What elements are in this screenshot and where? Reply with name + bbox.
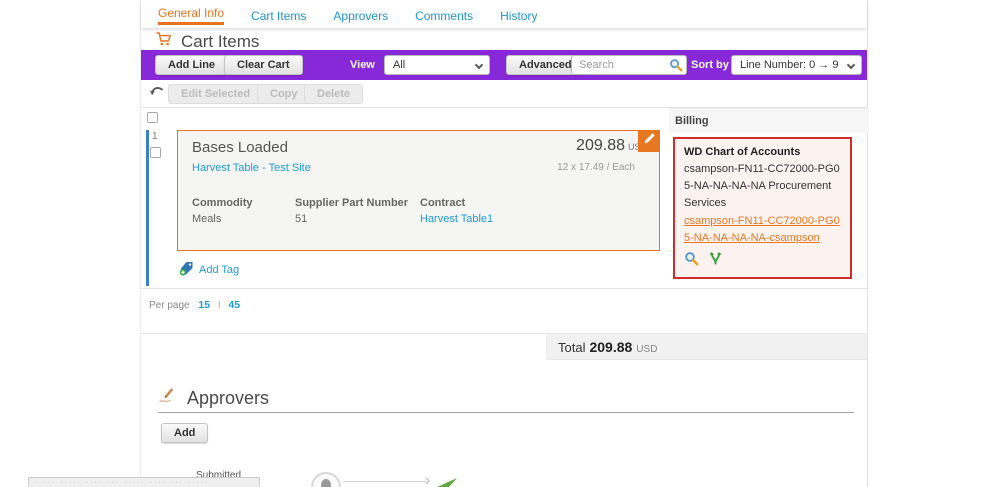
account-actions [684,251,841,271]
chart-of-accounts-box: WD Chart of Accounts csampson-FN11-CC720… [673,137,852,280]
cart-toolbar: Add Line Clear Cart View All Advanced So… [141,50,867,80]
status-tooltip: · ··· ····· ···· ··· ····· ···· ··· ····… [28,477,260,487]
magnifier-icon[interactable] [684,251,699,271]
add-line-button[interactable]: Add Line [155,55,229,75]
person-icon [321,479,331,487]
approved-arrow-icon [435,476,459,487]
field-supplier-part-number: Supplier Part Number 51 [295,197,409,225]
line-number: 1 [152,131,158,142]
search-icon[interactable] [669,58,683,77]
field-contract: Contract Harvest Table1 [420,197,560,225]
billing-header: Billing [669,109,869,133]
cart-list-area: 1 Bases Loaded Harvest Table - Test Site… [141,108,869,288]
per-page-label: Per page [149,300,190,311]
chevron-right-icon: › [425,472,431,487]
sort-by-label: Sort by [691,59,729,71]
tab-bar: General Info Cart Items Approvers Commen… [141,0,867,28]
tag-plus-icon [179,261,194,279]
search-box [571,55,687,75]
delete-button[interactable]: Delete [304,84,364,104]
clear-cart-button[interactable]: Clear Cart [224,55,303,75]
sort-select[interactable]: Line Number: 0 → 9 [731,55,862,75]
approvers-divider [158,412,854,413]
tab-approvers[interactable]: Approvers [333,10,388,25]
page-title: Cart Items [181,31,260,51]
total-label: Total [558,340,586,355]
signature-pen-icon [158,387,178,409]
item-unit-detail: 12 x 17.49 / Each [557,162,635,173]
total-band: Total 209.88 USD [546,334,867,360]
per-page-separator: I [217,300,221,311]
view-select[interactable]: All [384,55,490,75]
total-currency: USD [636,344,658,355]
pencil-icon [643,132,656,150]
selection-action-row: Edit Selected Copy Delete [141,80,867,108]
item-supplier-link[interactable]: Harvest Table - Test Site [192,162,311,174]
approvers-title: Approvers [187,387,270,408]
add-approver-button[interactable]: Add [161,423,209,443]
cart-icon [156,31,173,52]
per-page-45[interactable]: 45 [228,299,240,311]
chevron-down-icon [846,60,856,70]
line-selection-rail [146,130,149,286]
field-commodity: Commodity Meals [192,197,253,225]
edit-selected-button[interactable]: Edit Selected [168,84,264,104]
split-values-icon[interactable] [708,251,723,271]
total-amount: 209.88 [589,339,633,355]
avatar [311,472,341,487]
copy-button[interactable]: Copy [257,84,311,104]
view-label: View [350,59,375,71]
per-page-15[interactable]: 15 [198,299,210,311]
line-item-checkbox[interactable] [150,147,161,158]
select-all-checkbox[interactable] [147,112,158,123]
account-title: WD Chart of Accounts [684,146,801,158]
account-link[interactable]: csampson-FN11-CC72000-PG05-NA-NA-NA-NA-c… [684,213,841,247]
cart-page: General Info Cart Items Approvers Commen… [0,0,985,487]
item-name: Bases Loaded [192,139,288,156]
total-section: Total 209.88 USD [141,333,867,360]
tab-comments[interactable]: Comments [415,10,473,25]
workflow-connector [343,481,427,482]
item-fields: Commodity Meals Supplier Part Number 51 … [192,197,649,225]
cart-line-item-card: Bases Loaded Harvest Table - Test Site 2… [177,130,660,251]
approvers-header: Approvers [158,387,269,409]
tab-general-info[interactable]: General Info [158,7,225,25]
account-text: csampson-FN11-CC72000-PG05-NA-NA-NA-NA P… [684,163,840,210]
edit-line-button[interactable] [638,130,660,152]
cart-items-header: Cart Items [156,31,259,52]
undo-arrow-icon[interactable] [149,86,164,105]
tab-history[interactable]: History [500,10,537,25]
tab-cart-items[interactable]: Cart Items [251,10,306,25]
add-tag-button[interactable]: Add Tag [179,261,239,279]
main-panel: General Info Cart Items Approvers Commen… [140,0,869,487]
chevron-down-icon [474,60,484,70]
pagination-row: Per page 15 I 45 [141,288,867,318]
billing-panel: Billing WD Chart of Accounts csampson-FN… [669,108,869,288]
contract-link[interactable]: Harvest Table1 [420,213,560,225]
item-price: 209.88USD [576,137,647,155]
